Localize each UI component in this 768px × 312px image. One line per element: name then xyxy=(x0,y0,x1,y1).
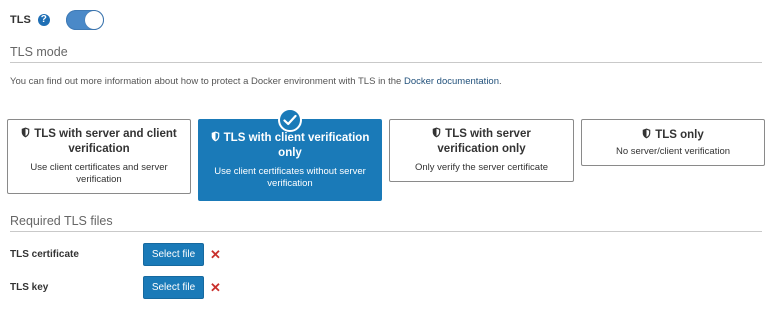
tls-key-row: TLS key Select file ✕ xyxy=(10,275,221,299)
required-tls-files-heading: Required TLS files xyxy=(10,214,762,232)
shield-icon xyxy=(642,128,651,138)
tls-certificate-row: TLS certificate Select file ✕ xyxy=(10,242,221,266)
tls-label: TLS xyxy=(10,14,31,26)
docker-documentation-link[interactable]: Docker documentation xyxy=(404,76,499,87)
tls-certificate-select-file-button[interactable]: Select file xyxy=(143,242,204,266)
tls-toggle-row: TLS ? xyxy=(10,8,104,32)
tls-toggle-switch[interactable] xyxy=(65,10,104,30)
option-title: TLS with server verification only xyxy=(400,127,563,157)
help-icon[interactable]: ? xyxy=(37,14,50,26)
option-title: TLS with server and client verification xyxy=(18,127,180,157)
tls-option-server-verification-only[interactable]: TLS with server verification only Only v… xyxy=(389,119,574,182)
tls-option-tls-only[interactable]: TLS only No server/client verification xyxy=(581,119,765,166)
tls-option-server-and-client-verification[interactable]: TLS with server and client verification … xyxy=(7,119,191,194)
check-icon xyxy=(278,108,302,132)
tls-info-text: You can find out more information about … xyxy=(10,76,502,87)
remove-icon[interactable]: ✕ xyxy=(210,248,221,261)
tls-certificate-label: TLS certificate xyxy=(10,248,79,260)
remove-icon[interactable]: ✕ xyxy=(210,281,221,294)
tls-key-select-file-button[interactable]: Select file xyxy=(143,275,204,299)
option-description: Use client certificates and server verif… xyxy=(30,162,168,185)
option-title: TLS only xyxy=(642,128,704,143)
shield-icon xyxy=(432,127,441,138)
info-text-suffix: . xyxy=(499,76,502,87)
info-text-prefix: You can find out more information about … xyxy=(10,76,404,87)
shield-icon xyxy=(21,127,30,138)
tls-key-label: TLS key xyxy=(10,281,49,293)
tls-option-client-verification-only[interactable]: TLS with client verification only Use cl… xyxy=(198,108,382,201)
option-description: No server/client verification xyxy=(615,145,731,157)
tls-mode-heading: TLS mode xyxy=(10,45,762,63)
option-title: TLS with client verification only xyxy=(209,131,371,161)
toggle-knob xyxy=(84,11,103,29)
option-description: Only verify the server certificate xyxy=(414,162,549,173)
shield-icon xyxy=(211,131,219,141)
option-description: Use client certificates without server v… xyxy=(214,165,366,189)
